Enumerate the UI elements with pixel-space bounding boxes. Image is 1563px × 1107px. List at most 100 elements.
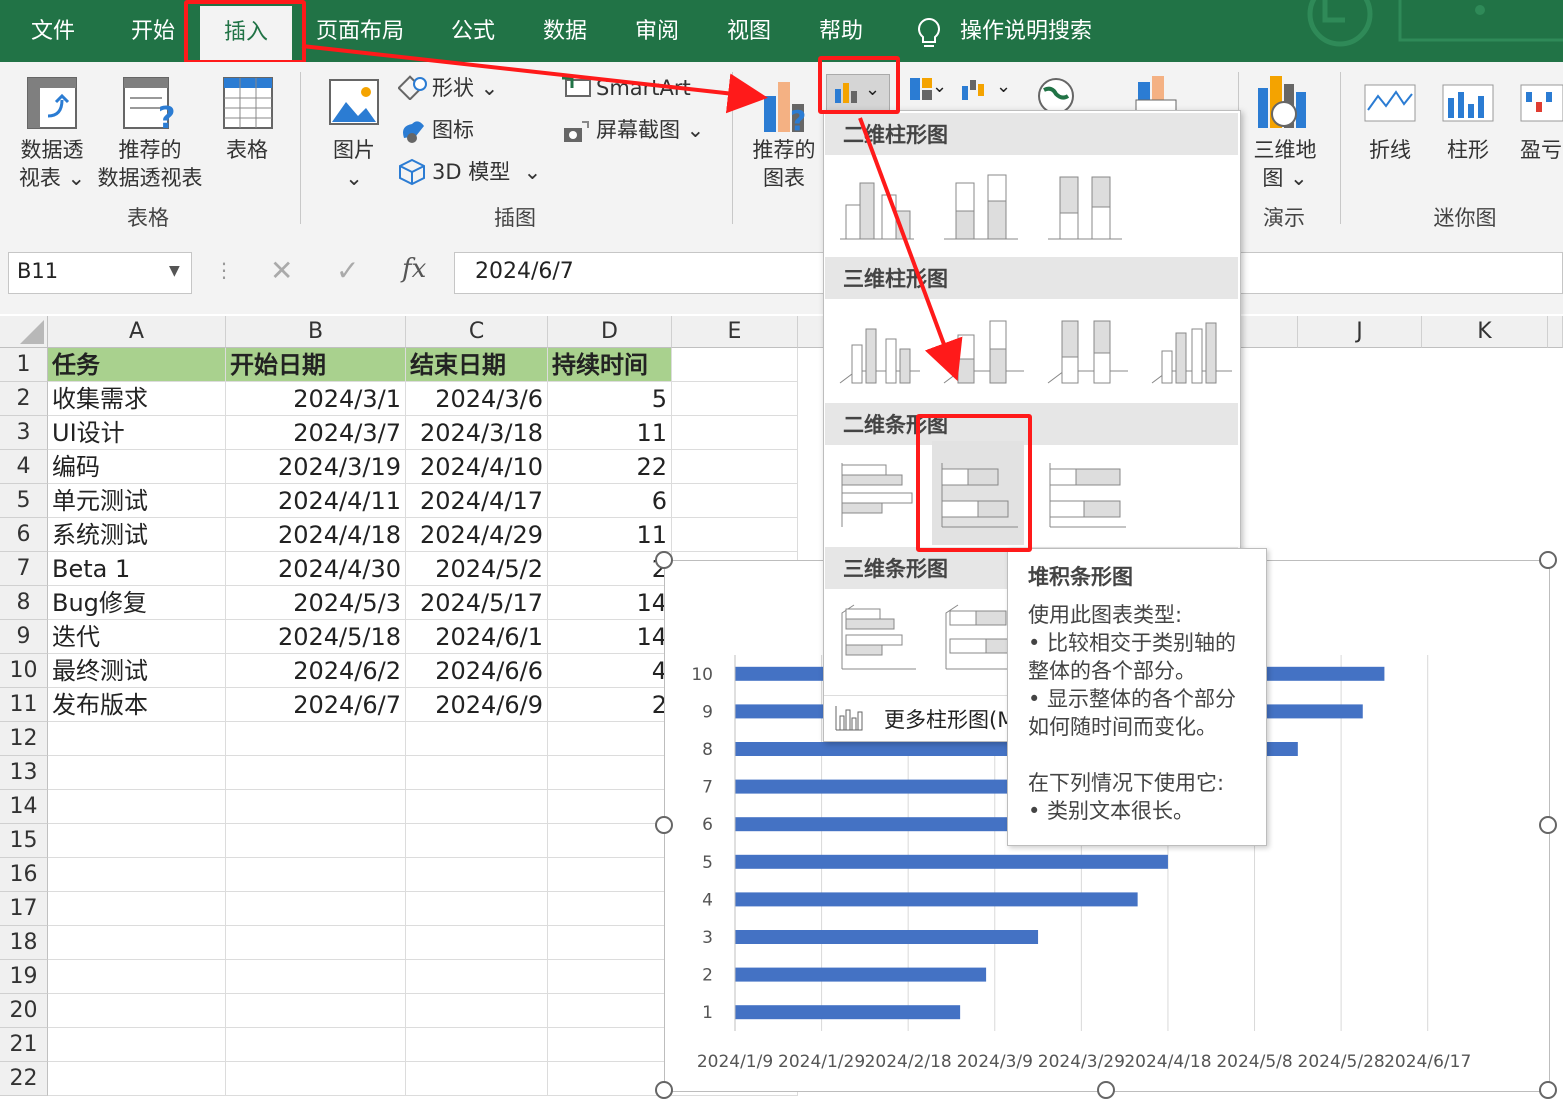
menu-formulas[interactable]: 公式 [430, 0, 516, 62]
bar[interactable] [735, 967, 987, 982]
menu-view[interactable]: 视图 [706, 0, 792, 62]
data-cell[interactable]: 2024/3/18 [406, 416, 548, 450]
shapes-label[interactable]: 形状 ⌄ [432, 74, 498, 102]
select-all-corner[interactable] [0, 316, 48, 348]
table-label[interactable]: 表格 [210, 136, 284, 164]
row-header[interactable]: 9 [0, 620, 48, 654]
column-header-a[interactable]: A [48, 316, 226, 348]
data-cell[interactable]: 2 [548, 688, 672, 722]
data-cell[interactable]: 14 [548, 586, 672, 620]
row-header[interactable]: 16 [0, 858, 48, 892]
row-header[interactable]: 8 [0, 586, 48, 620]
smartart-icon[interactable] [560, 74, 592, 100]
data-cell[interactable]: 2024/3/19 [226, 450, 406, 484]
empty-cell[interactable] [48, 892, 226, 926]
data-cell[interactable]: 2024/6/9 [406, 688, 548, 722]
screenshot-icon[interactable] [560, 118, 592, 144]
row-header[interactable]: 13 [0, 756, 48, 790]
waterfall-chart-icon[interactable] [960, 76, 988, 102]
column-header-l[interactable] [1548, 316, 1563, 348]
row-header[interactable]: 4 [0, 450, 48, 484]
data-cell[interactable]: 2024/3/7 [226, 416, 406, 450]
data-cell[interactable]: 2024/4/17 [406, 484, 548, 518]
header-cell[interactable]: 结束日期 [406, 348, 548, 382]
sparkline-line-icon[interactable] [1364, 84, 1416, 122]
model-3d-label[interactable]: 3D 模型 ⌄ [432, 158, 541, 186]
data-cell[interactable]: 11 [548, 518, 672, 552]
3d-clustered-bar-thumb[interactable] [838, 601, 922, 673]
row-header[interactable]: 14 [0, 790, 48, 824]
data-cell[interactable]: 6 [548, 484, 672, 518]
data-cell[interactable]: 最终测试 [48, 654, 226, 688]
data-cell[interactable]: Beta 1 [48, 552, 226, 586]
data-cell[interactable]: UI设计 [48, 416, 226, 450]
percent-stacked-bar-thumb[interactable] [1046, 459, 1130, 531]
map-3d-label[interactable]: 三维地图 ⌄ [1246, 136, 1324, 192]
empty-cell[interactable] [226, 790, 406, 824]
empty-cell[interactable] [48, 960, 226, 994]
empty-cell[interactable] [406, 824, 548, 858]
column-header-j[interactable]: J [1298, 316, 1422, 348]
data-cell[interactable]: 4 [548, 654, 672, 688]
data-cell[interactable]: 单元测试 [48, 484, 226, 518]
3d-percent-stacked-column-thumb[interactable] [1046, 315, 1130, 387]
empty-cell[interactable] [406, 1062, 548, 1096]
data-cell[interactable]: 2024/6/6 [406, 654, 548, 688]
empty-cell[interactable] [48, 926, 226, 960]
bar[interactable] [735, 930, 1039, 944]
sparkline-line-label[interactable]: 折线 [1360, 136, 1420, 164]
recommended-pivot-icon[interactable]: ? [122, 76, 180, 132]
empty-cell[interactable] [406, 1028, 548, 1062]
hierarchy-chart-icon[interactable] [908, 76, 934, 102]
row-header[interactable]: 21 [0, 1028, 48, 1062]
menu-file[interactable]: 文件 [10, 0, 96, 62]
column-header-b[interactable]: B [226, 316, 406, 348]
3d-column-thumb[interactable] [1150, 315, 1234, 387]
row-header[interactable]: 20 [0, 994, 48, 1028]
empty-cell[interactable] [406, 858, 548, 892]
empty-cell[interactable] [226, 960, 406, 994]
empty-cell[interactable] [226, 1028, 406, 1062]
empty-cell[interactable] [226, 926, 406, 960]
percent-stacked-column-thumb[interactable] [1046, 171, 1126, 243]
empty-cell[interactable] [672, 382, 798, 416]
data-cell[interactable]: 2024/5/17 [406, 586, 548, 620]
recommended-pivot-label[interactable]: 推荐的 数据透视表 [92, 136, 208, 192]
empty-cell[interactable] [226, 994, 406, 1028]
row-header[interactable]: 18 [0, 926, 48, 960]
insert-function-icon[interactable]: fx [402, 254, 426, 284]
recommended-charts-icon[interactable]: ? [760, 76, 814, 136]
data-cell[interactable]: 2024/5/2 [406, 552, 548, 586]
sparkline-column-label[interactable]: 柱形 [1438, 136, 1498, 164]
empty-cell[interactable] [672, 518, 798, 552]
empty-cell[interactable] [48, 994, 226, 1028]
empty-cell[interactable] [406, 960, 548, 994]
resize-handle[interactable] [655, 1081, 673, 1099]
sparkline-winloss-icon[interactable] [1520, 84, 1563, 122]
bar[interactable] [735, 892, 1138, 907]
empty-cell[interactable] [548, 892, 672, 926]
empty-cell[interactable] [406, 756, 548, 790]
data-cell[interactable]: 2 [548, 552, 672, 586]
pivot-chart-icon[interactable] [1130, 74, 1180, 114]
empty-cell[interactable] [548, 994, 672, 1028]
row-header[interactable]: 10 [0, 654, 48, 688]
tell-me-search[interactable]: 操作说明搜索 [960, 0, 1100, 62]
empty-cell[interactable] [226, 722, 406, 756]
resize-handle[interactable] [1539, 1081, 1557, 1099]
icons-icon[interactable] [398, 116, 428, 144]
header-cell[interactable]: 任务 [48, 348, 226, 382]
data-cell[interactable]: 发布版本 [48, 688, 226, 722]
row-header[interactable]: 7 [0, 552, 48, 586]
data-cell[interactable]: 2024/3/1 [226, 382, 406, 416]
smartart-label[interactable]: SmartArt [596, 74, 691, 102]
empty-cell[interactable] [548, 926, 672, 960]
3d-stacked-column-thumb[interactable] [942, 315, 1026, 387]
empty-cell[interactable] [548, 1028, 672, 1062]
empty-cell[interactable] [48, 1028, 226, 1062]
name-box[interactable]: B11 ▼ [8, 252, 192, 294]
column-header-c[interactable]: C [406, 316, 548, 348]
data-cell[interactable]: 22 [548, 450, 672, 484]
empty-cell[interactable] [48, 1062, 226, 1096]
data-cell[interactable]: 系统测试 [48, 518, 226, 552]
